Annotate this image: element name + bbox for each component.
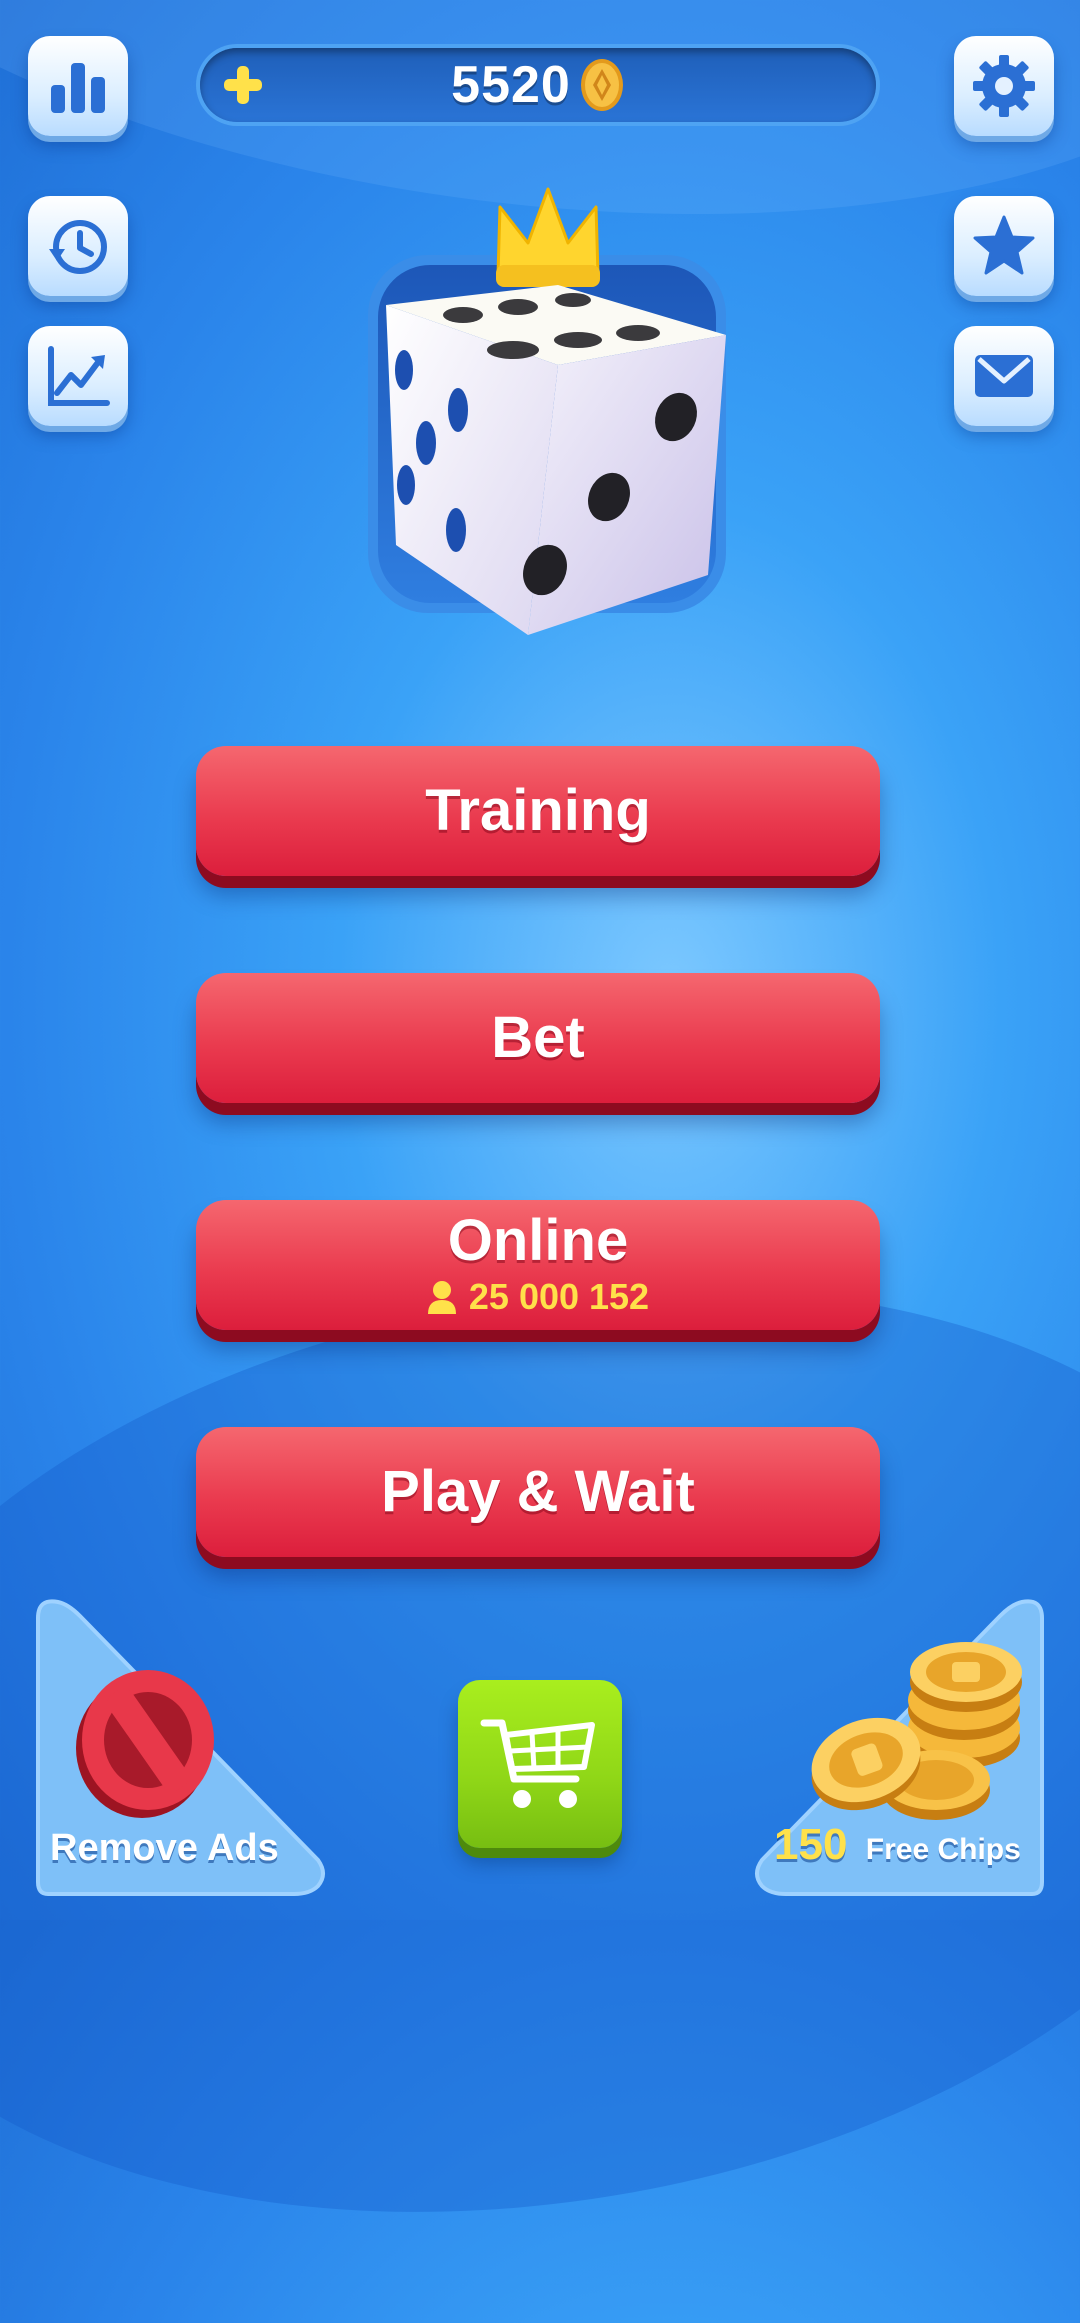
training-button[interactable]: Training (196, 746, 880, 876)
settings-button[interactable] (954, 36, 1054, 136)
remove-ads-button[interactable]: Remove Ads (28, 1598, 328, 1898)
free-chips-text: 150 Free Chips (774, 1820, 1021, 1870)
line-chart-icon (48, 346, 110, 406)
free-chips-label: Free Chips (865, 1833, 1021, 1866)
gear-icon (973, 55, 1035, 117)
shopping-cart-icon (480, 1719, 595, 1808)
envelope-icon (975, 355, 1033, 397)
plus-icon[interactable] (218, 60, 268, 110)
stats-button[interactable] (28, 36, 128, 136)
coin-stack-icon (811, 1642, 1022, 1820)
clock-history-icon (49, 220, 107, 274)
online-players-value: 25 000 152 (468, 1276, 650, 1317)
favorites-button[interactable] (954, 196, 1054, 296)
remove-ads-label: Remove Ads (50, 1827, 279, 1869)
online-players-count: 25 000 152 (427, 1276, 649, 1318)
coin-icon (580, 59, 623, 111)
history-button[interactable] (28, 196, 128, 296)
online-button[interactable]: Online 25 000 152 (196, 1200, 880, 1330)
play-wait-button[interactable]: Play & Wait (196, 1427, 880, 1557)
bar-chart-icon (51, 63, 105, 113)
game-logo (368, 185, 726, 635)
mail-button[interactable] (954, 326, 1054, 426)
coin-balance-bar: 5520 (200, 48, 876, 122)
coin-balance: 5520 (451, 56, 571, 114)
play-wait-label: Play & Wait (381, 1459, 695, 1524)
training-label: Training (425, 778, 651, 843)
no-ads-icon (76, 1670, 214, 1818)
dice-crown-icon (368, 187, 726, 635)
shop-button[interactable] (458, 1680, 622, 1848)
bet-label: Bet (491, 1005, 585, 1070)
free-chips-amount: 150 (774, 1820, 848, 1869)
progress-button[interactable] (28, 326, 128, 426)
star-icon (973, 215, 1035, 275)
bet-button[interactable]: Bet (196, 973, 880, 1103)
online-label: Online (447, 1208, 629, 1273)
user-icon (427, 1281, 456, 1314)
free-chips-button[interactable]: 150 Free Chips (752, 1598, 1052, 1898)
